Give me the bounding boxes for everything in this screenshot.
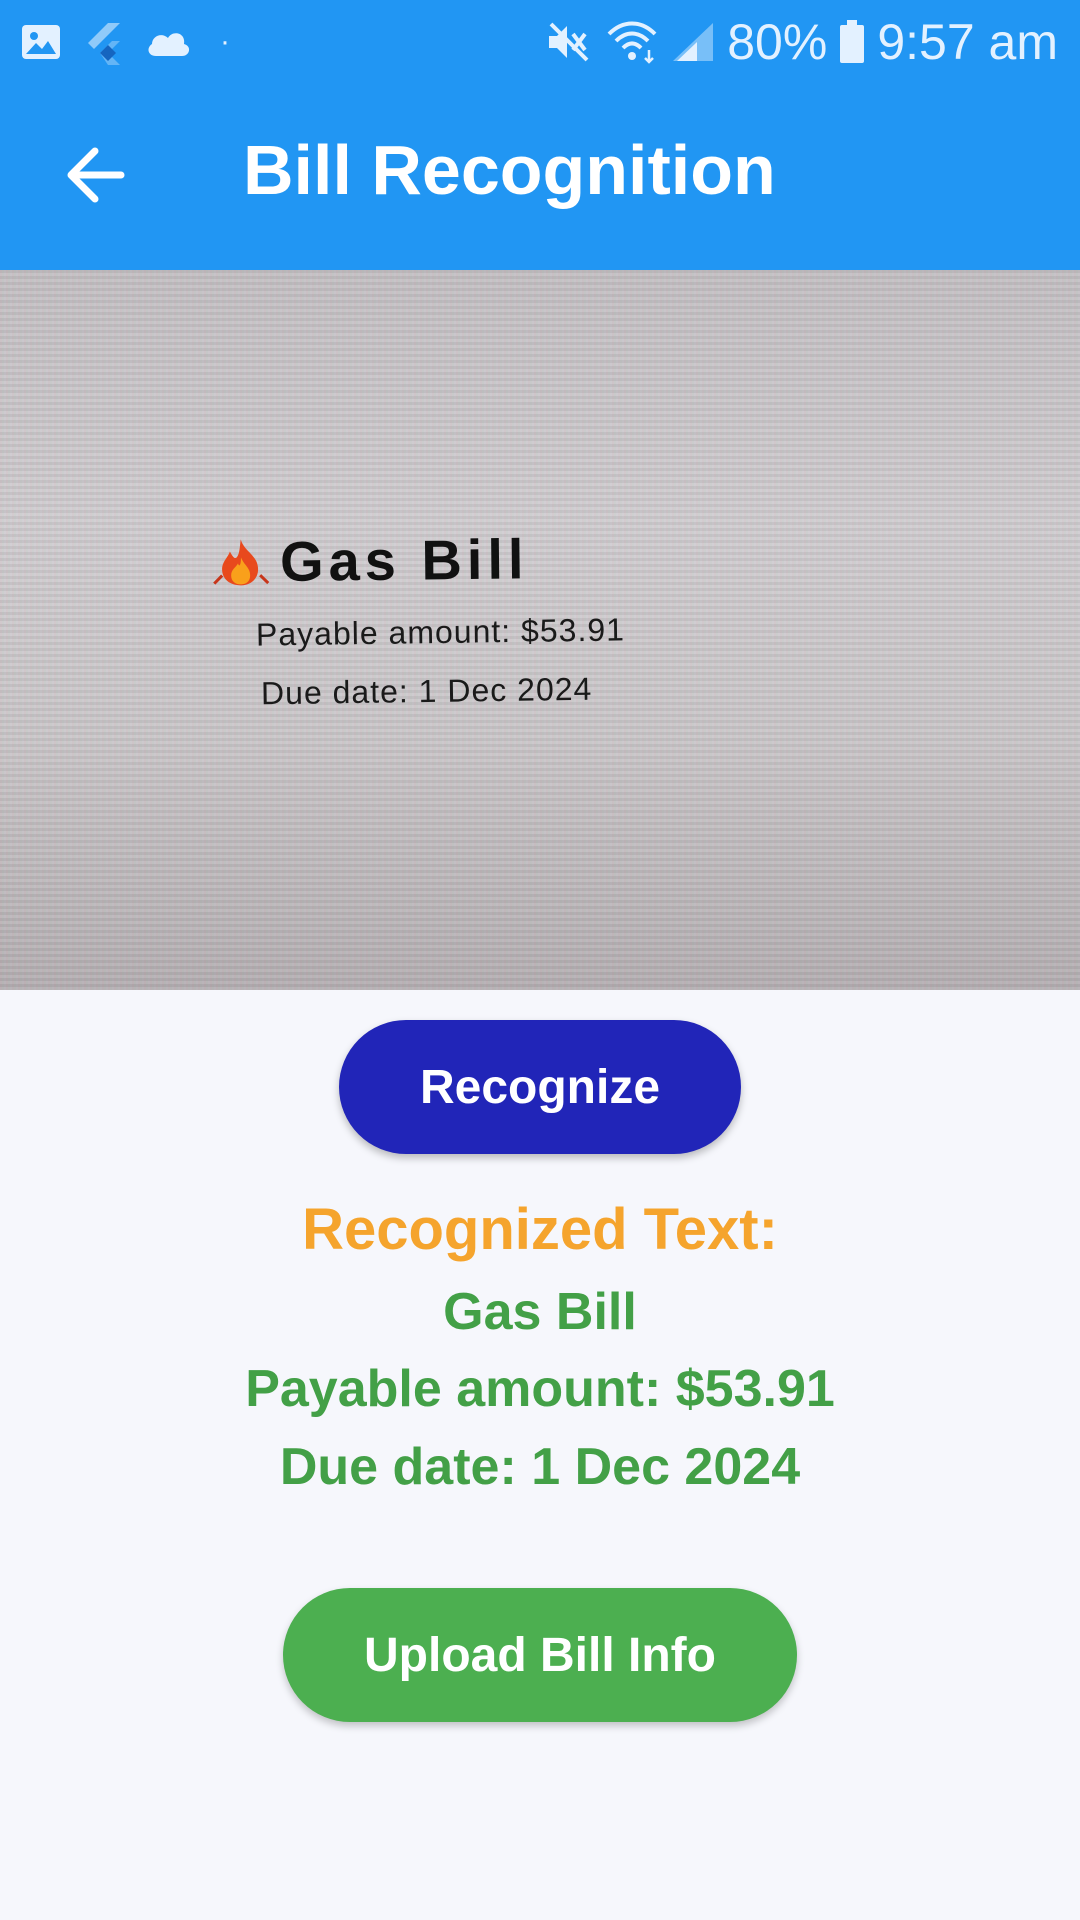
page-title: Bill Recognition bbox=[243, 131, 776, 209]
battery-icon bbox=[839, 20, 865, 64]
photo-due-date-line: Due date: 1 Dec 2024 bbox=[260, 670, 593, 712]
wifi-icon bbox=[605, 20, 659, 64]
recognized-line-due-date: Due date: 1 Dec 2024 bbox=[279, 1438, 801, 1496]
cloud-icon bbox=[144, 26, 192, 58]
recognized-line-title: Gas Bill bbox=[443, 1283, 637, 1341]
recognize-button[interactable]: Recognize bbox=[339, 1020, 741, 1154]
back-button[interactable] bbox=[58, 140, 132, 214]
fire-icon bbox=[210, 537, 273, 588]
status-dot: · bbox=[220, 25, 230, 58]
arrow-left-icon bbox=[65, 147, 125, 208]
app-bar: Bill Recognition bbox=[0, 84, 1080, 270]
mute-icon bbox=[545, 20, 593, 64]
gallery-icon bbox=[20, 21, 62, 63]
upload-bill-info-button[interactable]: Upload Bill Info bbox=[283, 1588, 797, 1722]
recognized-line-amount: Payable amount: $53.91 bbox=[245, 1360, 835, 1418]
photo-bill-title: Gas Bill bbox=[210, 526, 529, 594]
clock: 9:57 am bbox=[877, 14, 1058, 70]
signal-icon bbox=[671, 21, 715, 63]
battery-percent: 80% bbox=[727, 14, 828, 70]
status-bar-left: · bbox=[20, 18, 252, 66]
photo-title-text: Gas Bill bbox=[279, 527, 529, 593]
photo-amount-line: Payable amount: $53.91 bbox=[255, 611, 626, 653]
flutter-icon bbox=[84, 19, 122, 65]
recognized-text-heading: Recognized Text: bbox=[302, 1197, 778, 1262]
status-bar-right: 80% 9:57 am bbox=[533, 10, 1058, 74]
status-bar: · 80% 9:57 am bbox=[0, 0, 1080, 84]
bill-photo: Gas Bill Payable amount: $53.91 Due date… bbox=[0, 270, 1080, 990]
